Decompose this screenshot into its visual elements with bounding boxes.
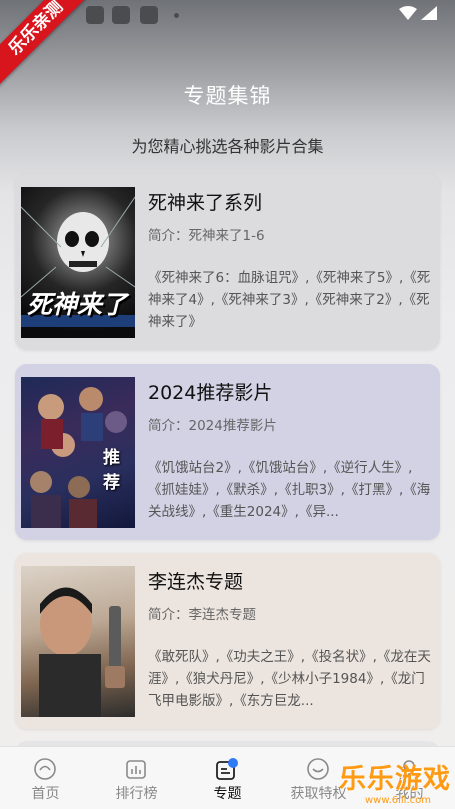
collection-title: 2024推荐影片 (148, 382, 273, 404)
topic-icon (216, 758, 238, 780)
collection-poster: 死神来了 (21, 187, 135, 338)
collection-intro: 简介：死神来了1-6 (148, 228, 265, 244)
wifi-icon (399, 6, 417, 20)
tab-topic[interactable]: 专题 (182, 747, 273, 809)
collection-card[interactable]: 李连杰专题 简介：李连杰专题 《敢死队》,《功夫之王》,《投名状》,《龙在天涯》… (15, 553, 440, 729)
collection-film-list: 《饥饿站台2》,《饥饿站台》,《逆行人生》,《抓娃娃》,《默杀》,《扎职3》,《… (148, 460, 431, 520)
collection-intro: 简介：2024推荐影片 (148, 418, 277, 434)
collection-title: 死神来了系列 (148, 192, 263, 214)
collection-title: 李连杰专题 (148, 571, 244, 593)
tab-label: 首页 (31, 786, 60, 802)
watermark-url: www.6lll.com (364, 795, 431, 806)
notification-icon (112, 6, 130, 24)
tab-home[interactable]: 首页 (0, 747, 91, 809)
page-title: 专题集锦 (183, 84, 272, 108)
collection-card[interactable]: 死神来了 死神来了系列 简介：死神来了1-6 《死神来了6：血脉诅咒》,《死神来… (15, 174, 440, 350)
signal-icon (421, 6, 437, 20)
collection-film-list: 《死神来了6：血脉诅咒》,《死神来了5》,《死神来了4》,《死神来了3》,《死神… (148, 270, 431, 330)
actor-poster-art (39, 587, 125, 717)
collection-card[interactable]: 推荐 2024推荐影片 简介：2024推荐影片 《饥饿站台2》,《饥饿站台》,《… (15, 364, 440, 540)
poster-caption: 推荐 (103, 448, 120, 493)
notification-icon (86, 6, 104, 24)
home-icon (34, 758, 56, 780)
watermark-logo: 乐乐游戏 (339, 764, 451, 795)
privilege-icon (307, 758, 329, 780)
collection-film-list: 《敢死队》,《功夫之王》,《投名状》,《龙在天涯》,《狼犬丹尼》,《少林小子19… (148, 649, 431, 709)
notification-icon (140, 6, 158, 24)
tab-ranking[interactable]: 排行榜 (91, 747, 182, 809)
tab-label: 专题 (213, 786, 242, 802)
collection-intro: 简介：李连杰专题 (148, 607, 256, 623)
ranking-icon (126, 760, 146, 779)
collection-poster: 推荐 (21, 377, 135, 528)
more-notifications-dot (174, 13, 179, 18)
page-subtitle: 为您精心挑选各种影片合集 (131, 137, 324, 156)
tab-label: 排行榜 (115, 786, 158, 802)
collection-poster (21, 566, 135, 717)
poster-caption: 死神来了 (27, 290, 128, 319)
